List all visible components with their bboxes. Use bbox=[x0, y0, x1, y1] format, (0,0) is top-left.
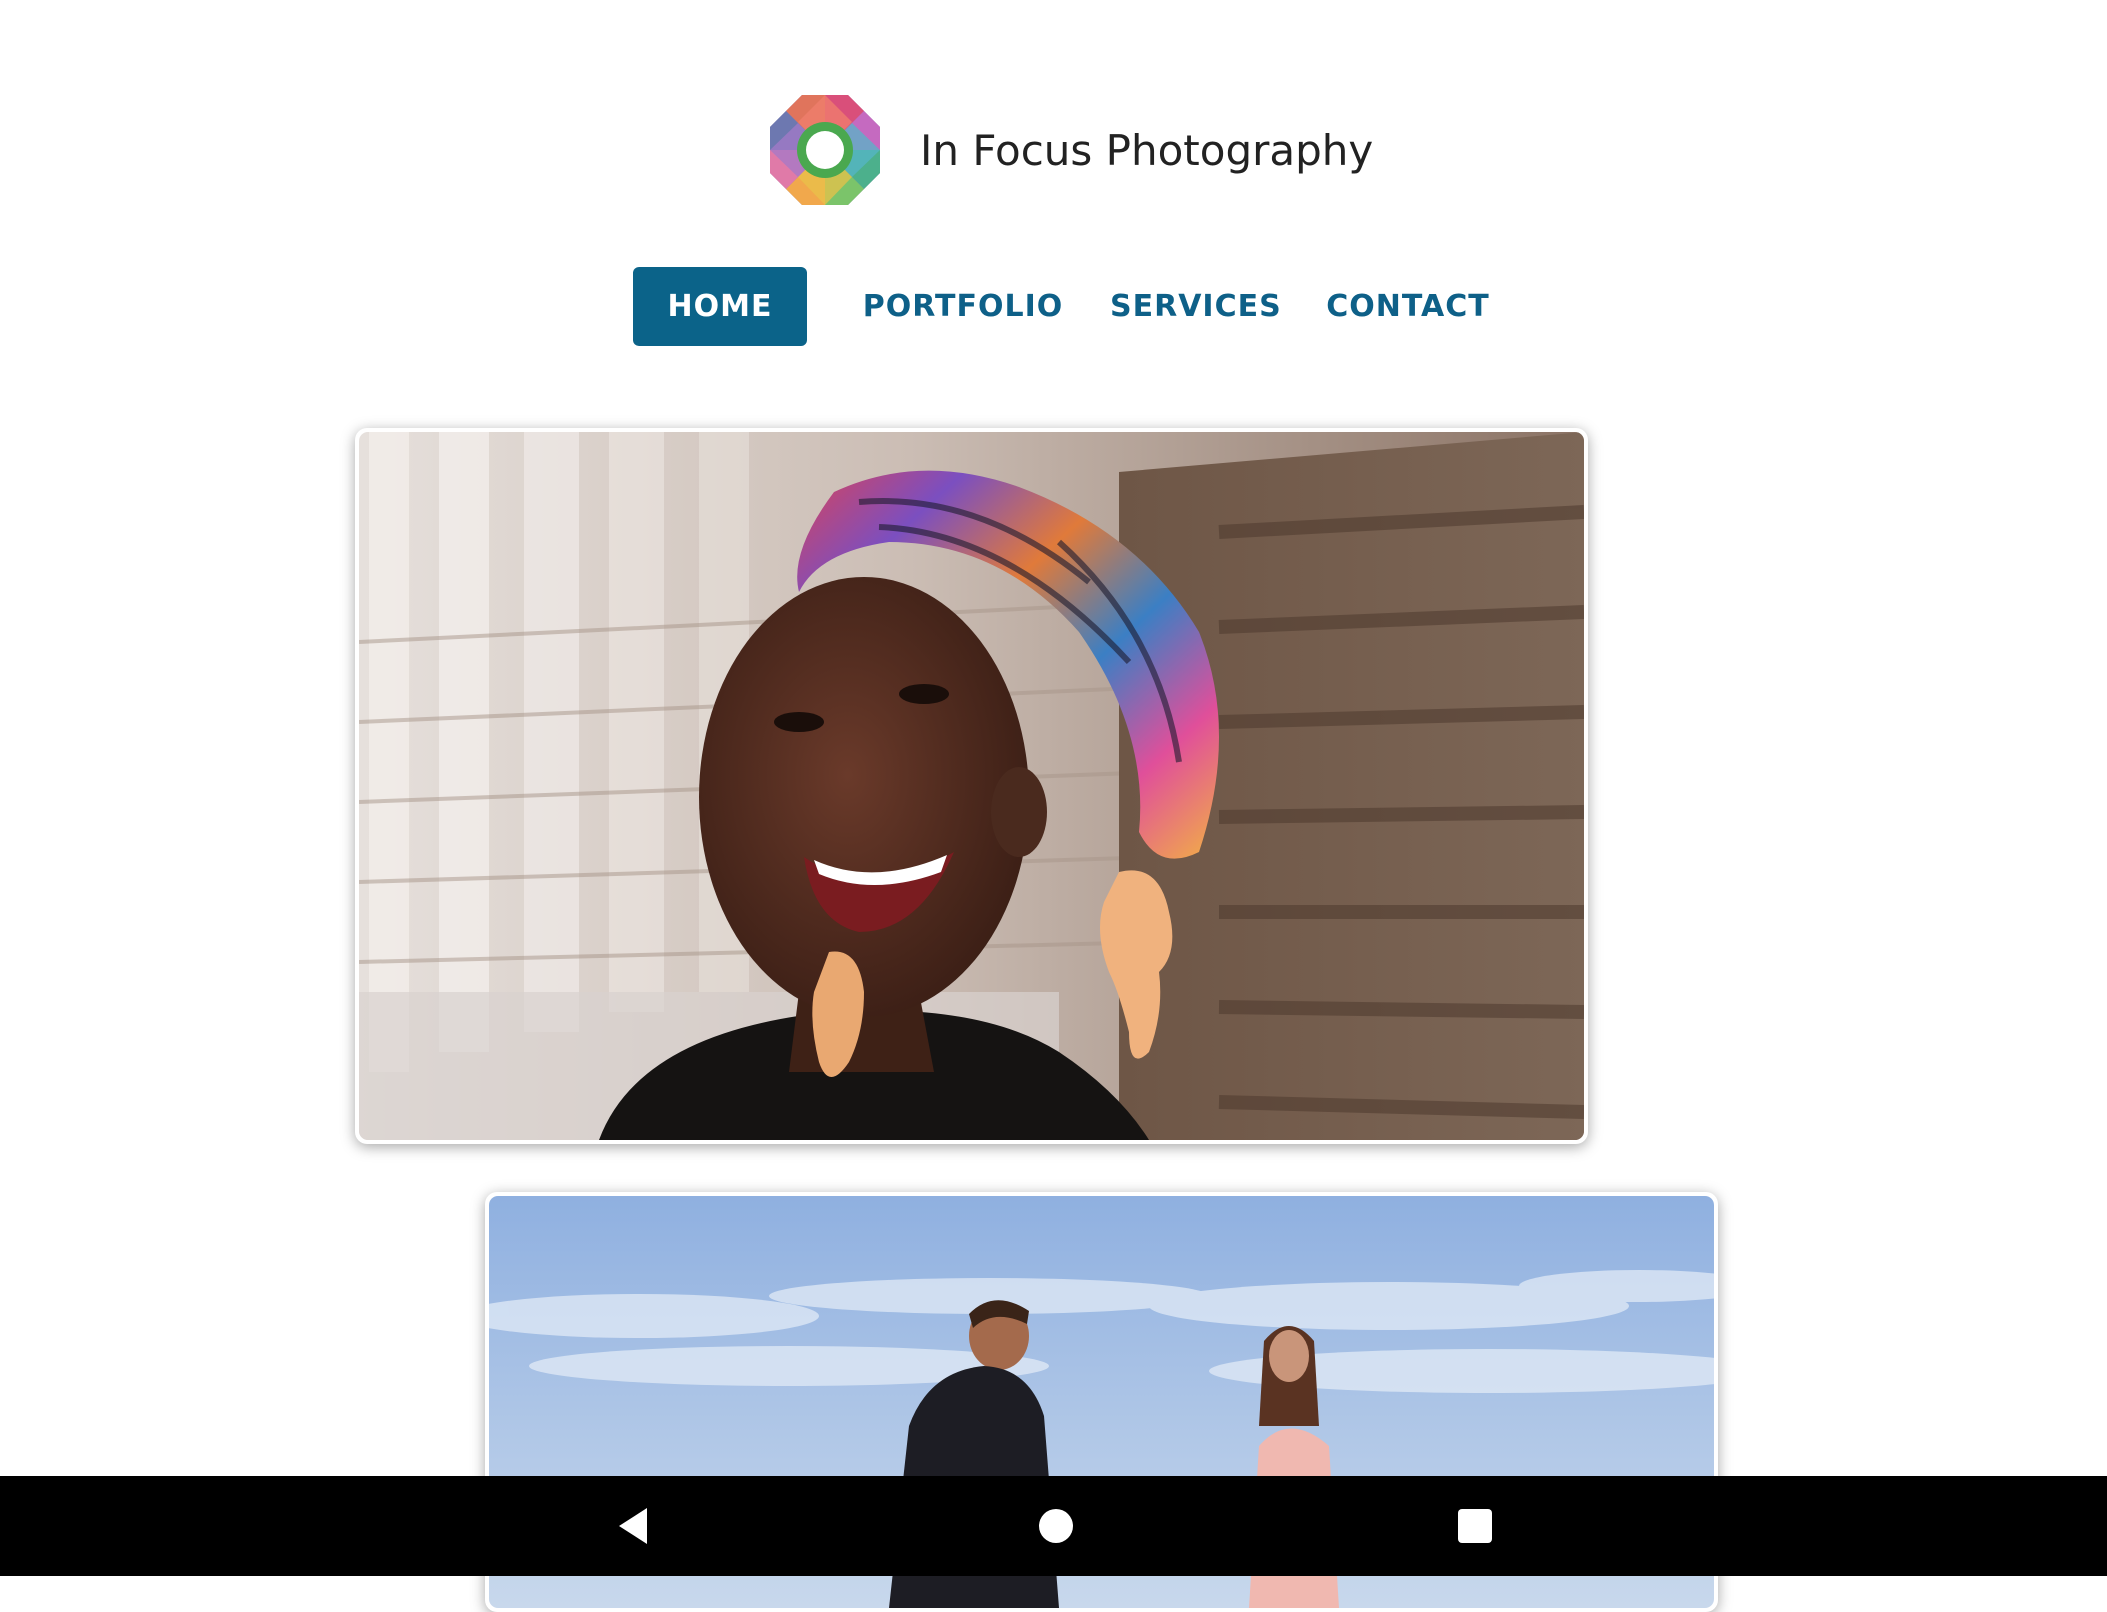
nav-portfolio-link[interactable]: PORTFOLIO bbox=[855, 267, 1071, 346]
back-triangle-icon[interactable] bbox=[615, 1506, 655, 1546]
system-navigation-bar bbox=[0, 1476, 2107, 1576]
brand[interactable]: In Focus Photography bbox=[770, 95, 1373, 205]
nav-home-button[interactable]: HOME bbox=[633, 267, 807, 346]
home-circle-icon[interactable] bbox=[1036, 1506, 1076, 1546]
portrait-photo-card[interactable] bbox=[355, 428, 1588, 1144]
portrait-photo bbox=[359, 432, 1584, 1140]
nav-contact-link[interactable]: CONTACT bbox=[1320, 267, 1496, 346]
main-nav: HOME PORTFOLIO SERVICES CONTACT bbox=[0, 267, 2107, 346]
nav-services-link[interactable]: SERVICES bbox=[1110, 267, 1281, 346]
site-title: In Focus Photography bbox=[920, 125, 1374, 175]
camera-aperture-logo-icon bbox=[770, 95, 880, 205]
recents-square-icon[interactable] bbox=[1455, 1506, 1495, 1546]
